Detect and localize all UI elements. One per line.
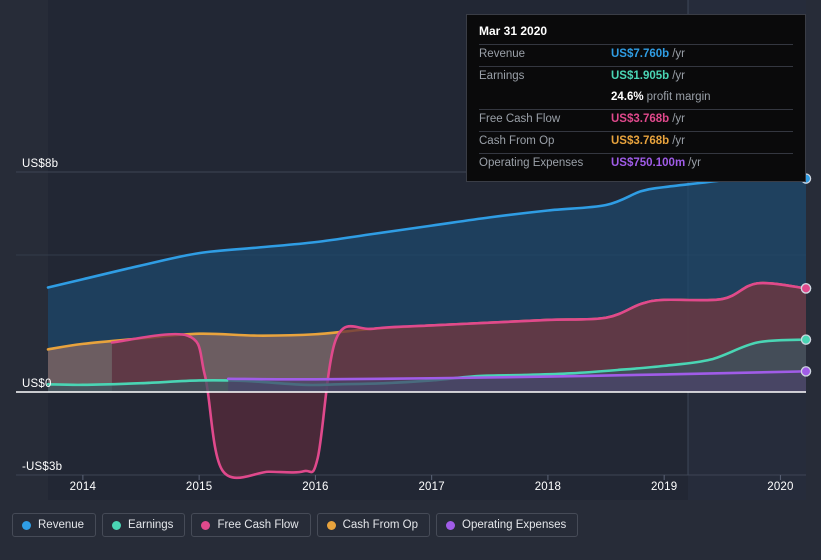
tooltip-row-label: Free Cash Flow — [479, 113, 561, 125]
tooltip-row-suffix: /yr — [672, 135, 685, 147]
legend-swatch-icon — [22, 520, 31, 530]
endpoint-marker-earnings[interactable] — [800, 334, 812, 345]
tooltip-row-revenue: Revenue US$7.760b/yr — [479, 44, 793, 66]
legend-item-label: Revenue — [38, 519, 85, 531]
x-axis-label-2017: 2017 — [418, 481, 445, 493]
x-axis-label-2019: 2019 — [650, 481, 678, 493]
endpoint-marker-free-cash-flow[interactable] — [800, 283, 812, 294]
tooltip-row-profit-margin: 24.6% profit margin — [479, 88, 793, 109]
legend-swatch-icon — [112, 520, 122, 530]
tooltip-row-value: US$750.100m — [611, 157, 686, 169]
legend-swatch-icon — [201, 520, 211, 530]
tooltip-row-suffix: /yr — [672, 70, 685, 82]
chart-legend[interactable]: Revenue Earnings Free Cash Flow Cash From O… — [12, 513, 579, 537]
tooltip-row-earnings: Earnings US$1.905b/yr — [479, 66, 793, 88]
tooltip-row-label: Revenue — [479, 48, 526, 60]
tooltip-row-label: Earnings — [479, 70, 525, 82]
legend-item-label: Earnings — [128, 519, 174, 531]
tooltip-row-label: Operating Expenses — [479, 157, 584, 169]
stock-financials-chart: US$8b US$0 -US$3b 2014 2015 2016 2017 2018 2019 2… — [0, 0, 821, 560]
legend-item-operating-expenses[interactable]: Operating Expenses — [436, 513, 579, 537]
tooltip-row-value: US$3.768b — [611, 113, 670, 125]
legend-swatch-icon — [446, 520, 456, 530]
x-axis-label-2020: 2020 — [767, 481, 794, 493]
x-axis-label-2018: 2018 — [534, 481, 562, 493]
legend-item-revenue[interactable]: Revenue — [12, 513, 97, 537]
legend-item-label: Free Cash Flow — [217, 519, 299, 531]
tooltip-row-cash-from-op: Cash From Op US$3.768b/yr — [479, 131, 793, 153]
tooltip-row-suffix: profit margin — [646, 91, 711, 103]
tooltip-row-free-cash-flow: Free Cash Flow US$3.768b/yr — [479, 109, 793, 131]
chart-tooltip: Mar 31 2020 Revenue US$7.760b/yr Earnings U… — [466, 14, 806, 182]
tooltip-rows: Revenue US$7.760b/yr Earnings US$1.905b/yr 2… — [479, 44, 793, 175]
tooltip-row-suffix: /yr — [688, 157, 701, 169]
endpoint-marker-operating-expenses[interactable] — [800, 366, 812, 377]
tooltip-row-operating-expenses: Operating Expenses US$750.100m/yr — [479, 153, 793, 175]
tooltip-row-value: US$3.768b — [611, 135, 670, 147]
legend-item-cash-from-op[interactable]: Cash From Op — [316, 513, 431, 537]
tooltip-date: Mar 31 2020 — [479, 24, 548, 38]
tooltip-row-value: US$7.760b — [611, 48, 670, 60]
x-axis-label-2014: 2014 — [69, 481, 97, 493]
legend-item-label: Cash From Op — [342, 519, 419, 531]
tooltip-row-suffix: /yr — [672, 113, 685, 125]
legend-item-free-cash-flow[interactable]: Free Cash Flow — [191, 513, 311, 537]
x-axis-label-2015: 2015 — [185, 481, 213, 493]
tooltip-row-label: Cash From Op — [479, 135, 555, 147]
legend-item-earnings[interactable]: Earnings — [102, 513, 186, 537]
legend-swatch-icon — [326, 520, 336, 530]
tooltip-row-suffix: /yr — [672, 48, 685, 60]
tooltip-row-value: 24.6% — [611, 91, 644, 103]
tooltip-row-value: US$1.905b — [611, 70, 670, 82]
legend-item-label: Operating Expenses — [462, 519, 567, 531]
x-axis-label-2016: 2016 — [302, 481, 329, 493]
